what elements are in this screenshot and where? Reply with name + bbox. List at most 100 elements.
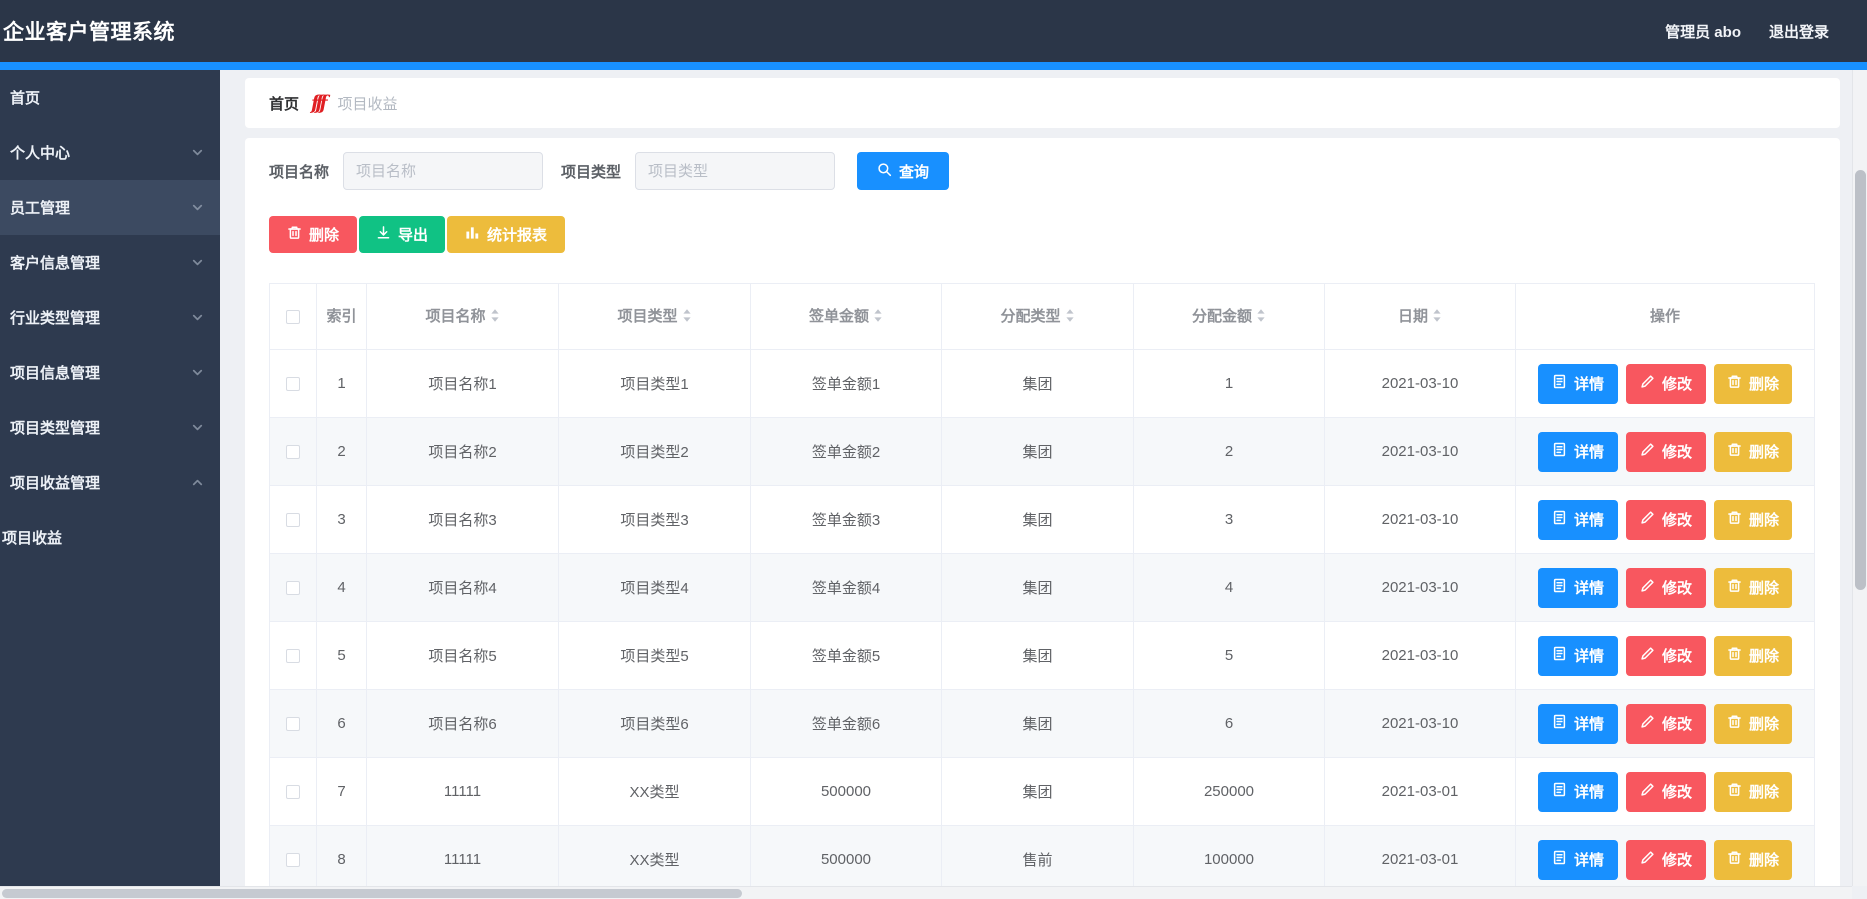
export-button[interactable]: 导出 (359, 216, 445, 253)
project-type-input[interactable] (635, 152, 836, 190)
chevron-down-icon (190, 310, 205, 325)
delete-button[interactable]: 删除 (1714, 363, 1792, 404)
edit-button[interactable]: 修改 (1626, 567, 1706, 608)
column-header[interactable]: 分配类型 (941, 283, 1134, 350)
document-icon (1552, 578, 1567, 597)
row-checkbox[interactable] (286, 513, 300, 528)
delete-button[interactable]: 删除 (1714, 499, 1792, 540)
delete-button[interactable]: 删除 (1714, 703, 1792, 744)
sidebar-item-customer-info-mgmt[interactable]: 客户信息管理 (0, 235, 220, 290)
sidebar-item-project-income[interactable]: 项目收益 (0, 510, 220, 565)
vertical-scrollbar-thumb[interactable] (1855, 170, 1866, 590)
detail-button[interactable]: 详情 (1538, 839, 1618, 880)
sidebar-item-employee-mgmt[interactable]: 员工管理 (0, 180, 220, 235)
row-index: 2 (316, 417, 367, 486)
vertical-scrollbar (1852, 70, 1867, 886)
edit-button[interactable]: 修改 (1626, 703, 1706, 744)
breadcrumb-home[interactable]: 首页 (269, 93, 299, 114)
pencil-icon (1640, 714, 1655, 733)
detail-button[interactable]: 详情 (1538, 567, 1618, 608)
cell-project-name: 项目名称6 (366, 689, 559, 758)
detail-button[interactable]: 详情 (1538, 363, 1618, 404)
document-icon (1552, 510, 1567, 529)
row-actions-cell: 详情 修改 删除 (1515, 349, 1815, 418)
sidebar-item-project-income-mgmt[interactable]: 项目收益管理 (0, 455, 220, 510)
trash-icon (1727, 646, 1742, 665)
delete-button[interactable]: 删除 (1714, 635, 1792, 676)
column-header[interactable]: 项目类型 (558, 283, 751, 350)
cell-alloc-type: 集团 (941, 553, 1134, 622)
row-checkbox[interactable] (286, 445, 300, 460)
delete-button[interactable]: 删除 (1714, 839, 1792, 880)
chevron-up-icon (190, 475, 205, 490)
horizontal-scrollbar-thumb[interactable] (2, 889, 742, 898)
row-index: 1 (316, 349, 367, 418)
detail-button[interactable]: 详情 (1538, 771, 1618, 812)
cell-project-type: 项目类型6 (558, 689, 751, 758)
row-actions-cell: 详情 修改 删除 (1515, 417, 1815, 486)
select-all-checkbox[interactable] (286, 309, 300, 324)
pencil-icon (1640, 646, 1655, 665)
pencil-icon (1640, 510, 1655, 529)
table-row: 7 11111 XX类型 500000 集团 250000 2021-03-01 详情 修改 删除 (269, 757, 1815, 826)
row-checkbox[interactable] (286, 581, 300, 596)
column-header: 索引 (316, 283, 367, 350)
table-row: 5 项目名称5 项目类型5 签单金额5 集团 5 2021-03-10 详情 修改 删除 (269, 621, 1815, 690)
chevron-down-icon (190, 365, 205, 380)
sidebar-item-home[interactable]: 首页 (0, 70, 220, 125)
edit-button[interactable]: 修改 (1626, 771, 1706, 812)
trash-icon (1727, 782, 1742, 801)
logout-link[interactable]: 退出登录 (1769, 21, 1829, 42)
table-row: 6 项目名称6 项目类型6 签单金额6 集团 6 2021-03-10 详情 修改 删除 (269, 689, 1815, 758)
cell-sign-amount: 500000 (750, 825, 942, 894)
report-button[interactable]: 统计报表 (447, 216, 565, 253)
column-header[interactable]: 分配金额 (1133, 283, 1325, 350)
cell-date: 2021-03-10 (1324, 553, 1516, 622)
column-header-label: 签单金额 (808, 307, 869, 325)
horizontal-scrollbar (0, 886, 1852, 899)
sidebar-item-profile[interactable]: 个人中心 (0, 125, 220, 180)
search-icon (877, 162, 892, 181)
cell-date: 2021-03-10 (1324, 689, 1516, 758)
toolbar: 删除 导出 统计报表 (269, 216, 1816, 253)
sidebar-item-project-info-mgmt[interactable]: 项目信息管理 (0, 345, 220, 400)
edit-button[interactable]: 修改 (1626, 839, 1706, 880)
cell-project-name: 11111 (366, 825, 559, 894)
row-checkbox[interactable] (286, 785, 300, 800)
sidebar-item-project-type-mgmt[interactable]: 项目类型管理 (0, 400, 220, 455)
detail-button[interactable]: 详情 (1538, 499, 1618, 540)
delete-button[interactable]: 删除 (1714, 771, 1792, 812)
edit-button[interactable]: 修改 (1626, 363, 1706, 404)
sidebar-item-industry-type-mgmt[interactable]: 行业类型管理 (0, 290, 220, 345)
column-header[interactable]: 日期 (1324, 283, 1516, 350)
delete-button[interactable]: 删除 (1714, 431, 1792, 472)
cell-alloc-type: 售前 (941, 825, 1134, 894)
cell-project-name: 项目名称2 (366, 417, 559, 486)
row-checkbox[interactable] (286, 649, 300, 664)
row-checkbox[interactable] (286, 377, 300, 392)
edit-button[interactable]: 修改 (1626, 431, 1706, 472)
column-header[interactable]: 签单金额 (750, 283, 942, 350)
column-header[interactable]: 项目名称 (366, 283, 559, 350)
detail-button[interactable]: 详情 (1538, 635, 1618, 676)
row-index: 8 (316, 825, 367, 894)
bulk-delete-button[interactable]: 删除 (269, 216, 357, 253)
detail-button[interactable]: 详情 (1538, 703, 1618, 744)
cell-project-type: 项目类型2 (558, 417, 751, 486)
edit-button[interactable]: 修改 (1626, 635, 1706, 676)
row-checkbox[interactable] (286, 717, 300, 732)
pencil-icon (1640, 850, 1655, 869)
project-name-input[interactable] (343, 152, 544, 190)
sidebar-item-label: 客户信息管理 (10, 255, 101, 272)
edit-button[interactable]: 修改 (1626, 499, 1706, 540)
row-checkbox[interactable] (286, 853, 300, 868)
cell-date: 2021-03-10 (1324, 417, 1516, 486)
delete-button[interactable]: 删除 (1714, 567, 1792, 608)
query-button[interactable]: 查询 (857, 152, 950, 190)
cell-alloc-type: 集团 (941, 485, 1134, 554)
navbar-user[interactable]: 管理员 abo (1665, 21, 1741, 42)
row-actions-cell: 详情 修改 删除 (1515, 689, 1815, 758)
row-checkbox-cell (269, 825, 317, 894)
cell-project-name: 项目名称3 (366, 485, 559, 554)
detail-button[interactable]: 详情 (1538, 431, 1618, 472)
